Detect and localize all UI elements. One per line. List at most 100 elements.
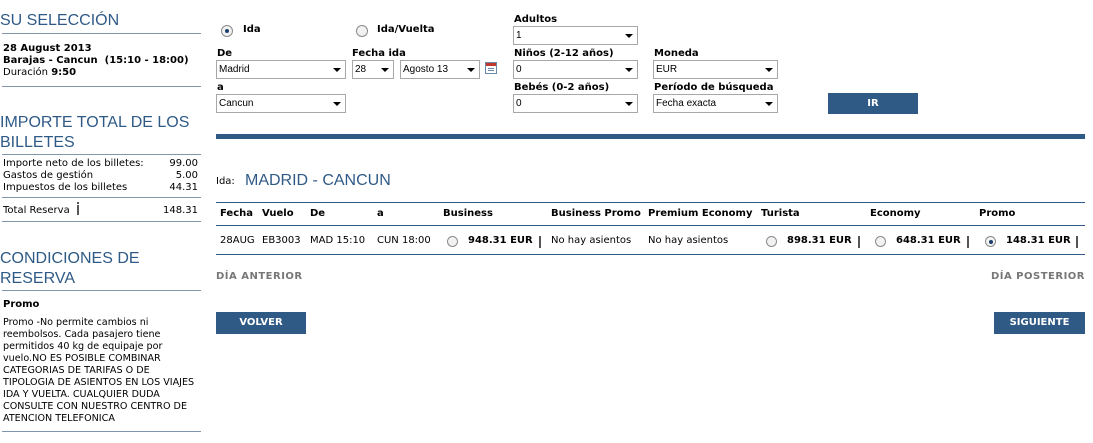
totals-title: IMPORTE TOTAL DE LOS BILLETES [0, 113, 201, 153]
fare-price-promo: 148.31 EUR [1006, 235, 1071, 246]
from-value: Madrid [219, 64, 250, 75]
row-date: 28AUG [220, 235, 255, 246]
conditions-title-line1: CONDICIONES DE [0, 250, 140, 267]
fare-premium: No hay asientos [648, 235, 729, 246]
selection-title: SU SELECCIÓN [0, 12, 120, 29]
infants-select[interactable]: 0 [513, 94, 638, 113]
col-flight: Vuelo [262, 208, 294, 219]
trip-return-radio[interactable] [356, 25, 368, 37]
period-value: Fecha exacta [656, 98, 717, 109]
conditions-title-line2: RESERVA [0, 270, 75, 287]
currency-label: Moneda [654, 48, 699, 59]
col-date: Fecha [220, 208, 254, 219]
to-value: Cancun [219, 98, 254, 109]
info-icon[interactable] [858, 236, 860, 248]
info-icon[interactable] [1076, 236, 1078, 248]
chevron-down-icon [381, 68, 389, 72]
divider [2, 290, 201, 291]
next-button[interactable]: SIGUIENTE [994, 312, 1085, 334]
calendar-icon[interactable] [485, 62, 497, 74]
section-divider [216, 134, 1085, 139]
selection-duration: Duración 9:50 [0, 67, 76, 79]
totals-row-label: Importe neto de los billetes: [3, 158, 144, 169]
route-title: MADRID - CANCUN [245, 172, 391, 189]
table-top-rule [216, 202, 1085, 203]
trip-oneway-label: Ida [243, 24, 261, 35]
chevron-down-icon [765, 102, 773, 106]
duration-label: Duración [3, 67, 49, 78]
children-select[interactable]: 0 [513, 60, 638, 79]
date-label: Fecha ida [352, 48, 406, 59]
fare-radio-business[interactable] [447, 236, 458, 247]
row-arrival: CUN 18:00 [377, 235, 431, 246]
fare-price-economy: 648.31 EUR [896, 235, 961, 246]
col-premium: Premium Economy [648, 208, 753, 219]
period-label: Período de búsqueda [654, 82, 774, 93]
leg-label: Ida: [216, 176, 235, 187]
fare-radio-promo[interactable] [985, 236, 996, 247]
from-label: De [217, 48, 233, 59]
to-select[interactable]: Cancun [216, 94, 346, 113]
to-label: a [217, 82, 224, 93]
totals-row-value: 44.31 [169, 182, 198, 193]
col-business-promo: Business Promo [551, 208, 641, 219]
month-value: Agosto 13 [403, 64, 449, 75]
from-select[interactable]: Madrid [216, 60, 346, 79]
period-select[interactable]: Fecha exacta [653, 94, 778, 113]
table-header-rule [216, 225, 1085, 226]
divider [2, 431, 201, 432]
next-day-link[interactable]: DÍA POSTERIOR [991, 271, 1085, 282]
children-label: Niños (2-12 años) [514, 48, 614, 59]
chevron-down-icon [333, 68, 341, 72]
infants-label: Bebés (0-2 años) [514, 82, 610, 93]
col-from: De [310, 208, 326, 219]
totals-row-label: Impuestos de los billetes [3, 182, 128, 193]
go-button[interactable]: IR [828, 93, 918, 114]
info-icon[interactable] [539, 236, 541, 248]
chevron-down-icon [625, 34, 633, 38]
chevron-down-icon [467, 68, 475, 72]
conditions-title: CONDICIONES DE RESERVA [0, 249, 201, 289]
conditions-subtitle: Promo [3, 299, 40, 310]
col-tourist: Turista [761, 208, 800, 219]
adults-value: 1 [516, 30, 522, 41]
chevron-down-icon [765, 68, 773, 72]
total-reserva-label: Total Reserva [3, 205, 70, 216]
totals-title-line2: BILLETES [0, 134, 75, 151]
currency-value: EUR [656, 64, 678, 75]
back-button[interactable]: VOLVER [216, 312, 306, 334]
currency-select[interactable]: EUR [653, 60, 778, 79]
row-departure: MAD 15:10 [310, 235, 366, 246]
fare-radio-economy[interactable] [875, 236, 886, 247]
row-flight: EB3003 [262, 235, 301, 246]
month-select[interactable]: Agosto 13 [400, 60, 480, 79]
infants-value: 0 [516, 98, 522, 109]
adults-label: Adultos [514, 14, 558, 25]
previous-day-link[interactable]: DÍA ANTERIOR [216, 271, 303, 282]
trip-return-label: Ida/Vuelta [377, 24, 435, 35]
fare-radio-tourist[interactable] [766, 236, 777, 247]
divider [2, 221, 201, 222]
col-economy: Economy [870, 208, 921, 219]
total-reserva-label-wrap: Total Reserva [3, 202, 79, 217]
fare-price-business: 948.31 EUR [468, 235, 533, 246]
duration-value: 9:50 [51, 67, 77, 78]
chevron-down-icon [625, 102, 633, 106]
totals-list: Importe neto de los billetes: 99.00 Gast… [0, 158, 198, 194]
info-icon[interactable] [76, 202, 79, 215]
table-bottom-rule [216, 254, 1085, 255]
adults-select[interactable]: 1 [513, 26, 638, 45]
divider [2, 154, 201, 155]
totals-title-line1: IMPORTE TOTAL DE LOS [0, 114, 190, 131]
trip-oneway-radio[interactable] [221, 25, 233, 37]
divider [2, 197, 201, 198]
info-icon[interactable] [967, 236, 969, 248]
day-select[interactable]: 28 [352, 60, 394, 79]
totals-row: Importe neto de los billetes: 99.00 [0, 158, 198, 170]
chevron-down-icon [333, 102, 341, 106]
col-to: a [377, 208, 384, 219]
totals-row: Gastos de gestión 5.00 [0, 170, 198, 182]
totals-row-value: 5.00 [175, 170, 198, 181]
fare-business-promo: No hay asientos [551, 235, 632, 246]
totals-row: Impuestos de los billetes 44.31 [0, 182, 198, 194]
